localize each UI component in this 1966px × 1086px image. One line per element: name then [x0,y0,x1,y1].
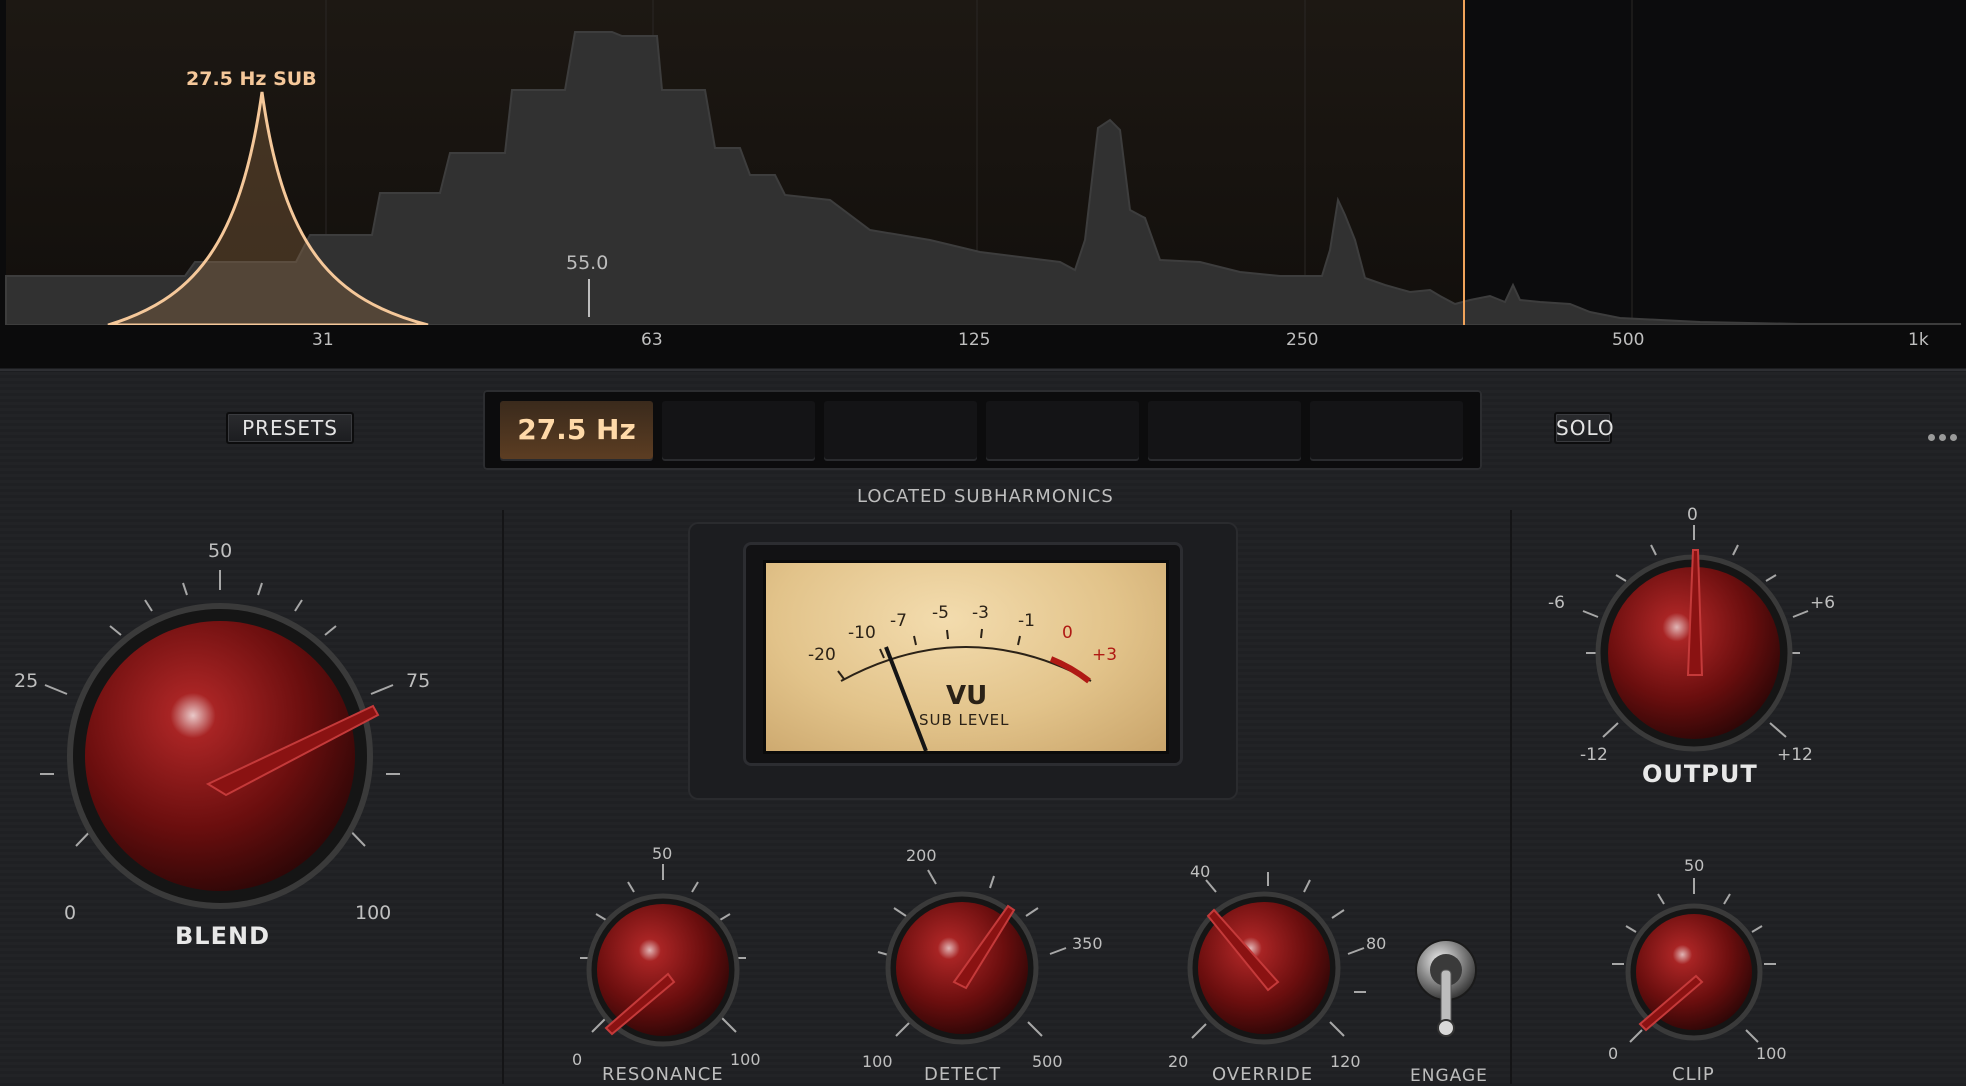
output-label: OUTPUT [1642,760,1758,788]
slot-5[interactable] [1148,401,1301,459]
slot-4[interactable] [986,401,1139,459]
section-title: LOCATED SUBHARMONICS [857,486,1114,507]
vu-needle [884,646,928,751]
blend-knob-area: 50 25 75 0 100 [14,540,430,930]
slot-1-label: 27.5 Hz [517,413,636,446]
slot-3[interactable] [824,401,977,459]
resonance-knob[interactable] [560,846,770,1068]
detect-tick-350: 350 [1072,934,1103,953]
vu-red-zone [1049,656,1091,684]
resonance-tick-100: 100 [730,1050,761,1069]
vu-scale-minus5: -5 [932,603,949,623]
vu-scale-minus7: -7 [890,611,907,631]
clip-tick-0: 0 [1608,1044,1619,1063]
resonance-tick-50: 50 [652,844,673,863]
blend-tick-75: 75 [406,670,431,692]
left-divider [502,510,504,1084]
blend-tick-50: 50 [208,540,233,562]
detect-knob[interactable] [862,852,1082,1068]
override-tick-120: 120 [1330,1052,1361,1071]
freq-tick-125: 125 [958,330,991,350]
peak-label: 27.5 Hz SUB [186,68,317,90]
vu-meter: -20 -10 -7 -5 -3 -1 0 +3 VU SUB LEVEL [763,560,1169,754]
resonance-tick-0: 0 [572,1050,583,1069]
detect-tick-500: 500 [1032,1052,1063,1071]
marker-value: 55.0 [566,252,609,274]
clip-tick-100: 100 [1756,1044,1787,1063]
output-tick-plus12: +12 [1777,745,1813,765]
detect-tick-200: 200 [906,846,937,865]
resonance-label: RESONANCE [602,1064,724,1085]
vu-scale-0: 0 [1062,623,1073,643]
override-knob-area: 40 80 20 120 [1160,852,1386,1071]
slot-2[interactable] [662,401,815,459]
output-tick-plus6: +6 [1810,593,1836,613]
override-tick-80: 80 [1366,934,1387,953]
output-tick-minus12: -12 [1580,745,1608,765]
override-label: OVERRIDE [1212,1064,1314,1085]
blend-label: BLEND [175,922,270,950]
override-tick-20: 20 [1168,1052,1189,1071]
clip-tick-50: 50 [1684,856,1705,875]
freq-tick-1k: 1k [1908,330,1929,350]
vu-scale-minus20: -20 [808,645,836,665]
vu-scale-minus3: -3 [972,603,989,623]
blend-tick-0: 0 [64,902,77,924]
blend-tick-100: 100 [355,902,392,924]
presets-button[interactable]: PRESETS [226,412,354,444]
clip-label: CLIP [1672,1064,1715,1085]
subharmonic-slots: 27.5 Hz [483,390,1482,470]
resonance-knob-area: 50 0 100 [560,844,770,1069]
vu-scale-plus3: +3 [1092,645,1118,665]
detect-label: DETECT [924,1064,1002,1085]
blend-knob[interactable] [40,540,410,930]
engage-toggle[interactable] [1408,938,1482,1048]
analyzer-cut-region [1464,0,1960,325]
solo-button[interactable]: SOLO [1554,412,1614,444]
clip-knob-area: 50 0 100 [1596,856,1796,1068]
blend-tick-25: 25 [14,670,39,692]
slot-6[interactable] [1310,401,1463,459]
vu-scale-minus10: -10 [848,623,876,643]
freq-tick-63: 63 [641,330,663,350]
spectrum-analyzer[interactable]: 27.5 Hz SUB 55.0 31 63 125 250 500 1k [0,0,1966,372]
detect-tick-100: 100 [862,1052,893,1071]
vu-scale-minus1: -1 [1018,611,1035,631]
freq-tick-500: 500 [1612,330,1645,350]
output-knob[interactable] [1548,505,1838,765]
output-tick-minus6: -6 [1548,593,1565,613]
output-tick-0: 0 [1687,505,1698,525]
clip-knob[interactable] [1596,856,1796,1068]
engage-label: ENGAGE [1410,1066,1488,1086]
override-knob[interactable] [1160,852,1380,1068]
detect-knob-area: 200 350 100 500 [862,846,1103,1071]
slot-1[interactable]: 27.5 Hz [500,401,653,459]
freq-tick-31: 31 [312,330,334,350]
output-knob-area: 0 -6 +6 -12 +12 [1548,505,1838,765]
more-options-icon[interactable] [1928,426,1961,445]
freq-tick-250: 250 [1286,330,1319,350]
vu-subtitle: SUB LEVEL [919,711,1010,729]
right-divider [1510,510,1512,1084]
spectrum-graph [0,0,1966,372]
override-tick-40: 40 [1190,862,1211,881]
vu-title: VU [946,681,988,711]
